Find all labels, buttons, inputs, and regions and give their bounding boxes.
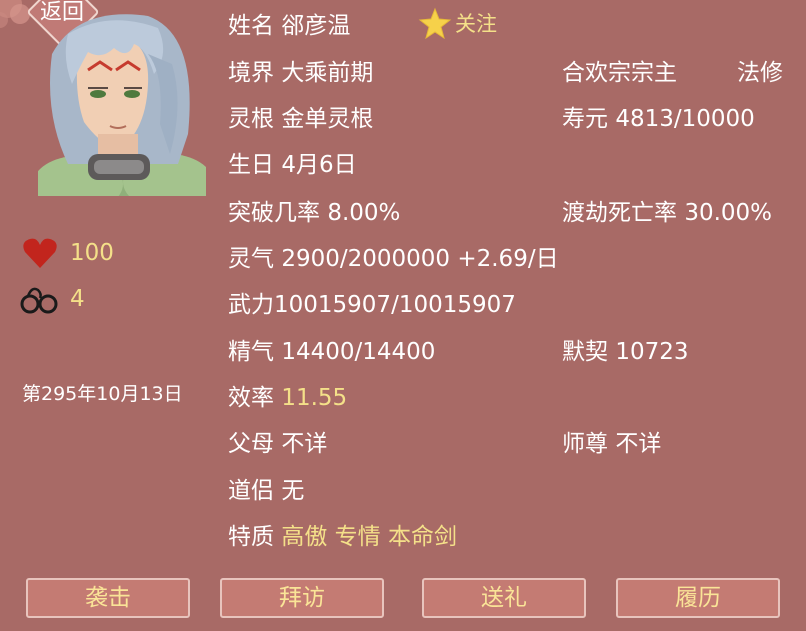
partner-label: 道侣	[228, 478, 274, 504]
character-portrait	[38, 14, 206, 196]
name-value: 郤彦温	[281, 13, 351, 39]
lifespan-value: 4813/10000	[615, 106, 755, 132]
efficiency-value: 11.55	[281, 385, 348, 411]
partner-value: 无	[281, 478, 305, 504]
force-label: 武力	[228, 292, 274, 318]
birthday-label: 生日	[228, 152, 274, 178]
trait-item[interactable]: 高傲	[281, 524, 327, 550]
sect-value: 合欢宗宗主	[562, 60, 677, 86]
visit-button[interactable]: 拜访	[220, 578, 384, 618]
name-row: 姓名 郤彦温	[228, 6, 350, 40]
name-label: 姓名	[228, 13, 274, 39]
shackles-value: 4	[70, 286, 85, 312]
path-value: 法修	[737, 60, 783, 86]
traits-row: 特质 高傲 专情 本命剑	[228, 517, 457, 551]
partner-row: 道侣 无	[228, 471, 304, 505]
breakthrough-value: 8.00%	[327, 200, 401, 226]
efficiency-label: 效率	[228, 385, 274, 411]
bond-value: 10723	[615, 339, 689, 365]
trait-item[interactable]: 本命剑	[388, 524, 457, 550]
tribulation-value: 30.00%	[684, 200, 773, 226]
parents-label: 父母	[228, 431, 274, 457]
qi-row: 灵气 2900/2000000 +2.69/日	[228, 239, 559, 273]
follow-button[interactable]: 关注	[455, 8, 497, 38]
realm-label: 境界	[228, 60, 274, 86]
shackles-icon	[20, 287, 58, 314]
birthday-row: 生日 4月6日	[228, 145, 357, 179]
bond-label: 默契	[562, 339, 608, 365]
master-value: 不详	[615, 431, 662, 457]
realm-row: 境界 大乘前期	[228, 53, 373, 87]
lifespan-label: 寿元	[562, 106, 608, 132]
essence-row: 精气 14400/14400	[228, 332, 435, 366]
master-row: 师尊 不详	[562, 424, 661, 458]
birthday-value: 4月6日	[281, 152, 357, 178]
parents-value: 不详	[281, 431, 328, 457]
lifespan-row: 寿元 4813/10000	[562, 99, 755, 133]
breakthrough-label: 突破几率	[228, 200, 320, 226]
root-row: 灵根 金单灵根	[228, 99, 373, 133]
health-value: 100	[70, 240, 114, 266]
realm-value: 大乘前期	[281, 60, 374, 86]
parents-row: 父母 不详	[228, 424, 327, 458]
breakthrough-row: 突破几率 8.00%	[228, 193, 400, 227]
star-icon[interactable]	[418, 7, 452, 41]
game-date: 第295年10月13日	[22, 383, 183, 405]
force-row: 武力10015907/10015907	[228, 285, 516, 319]
gift-button[interactable]: 送礼	[422, 578, 586, 618]
root-value: 金单灵根	[281, 106, 374, 132]
trait-item[interactable]: 专情	[335, 524, 381, 550]
root-label: 灵根	[228, 106, 274, 132]
qi-value: 2900/2000000 +2.69/日	[281, 246, 559, 272]
history-button[interactable]: 履历	[616, 578, 780, 618]
tribulation-label: 渡劫死亡率	[562, 200, 677, 226]
force-value: 10015907/10015907	[274, 292, 516, 318]
tribulation-row: 渡劫死亡率 30.00%	[562, 193, 772, 227]
heart-icon	[23, 238, 57, 268]
qi-label: 灵气	[228, 246, 274, 272]
bond-row: 默契 10723	[562, 332, 688, 366]
traits-label: 特质	[228, 524, 274, 550]
essence-label: 精气	[228, 339, 274, 365]
efficiency-row: 效率 11.55	[228, 378, 347, 412]
master-label: 师尊	[562, 431, 608, 457]
attack-button[interactable]: 袭击	[26, 578, 190, 618]
essence-value: 14400/14400	[281, 339, 436, 365]
